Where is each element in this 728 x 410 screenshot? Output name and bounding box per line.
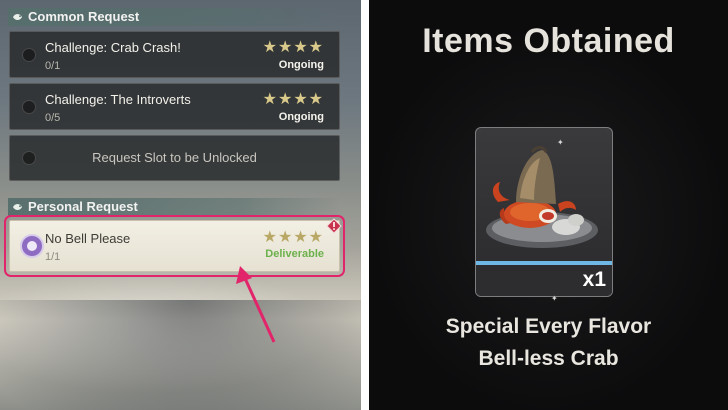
request-card-crab-crash[interactable]: Challenge: Crab Crash! 0/1 ★★★★ Ongoing — [9, 31, 340, 78]
common-request-header-label: Common Request — [28, 9, 140, 24]
fish-icon — [13, 14, 22, 20]
item-quantity: x1 — [582, 268, 606, 291]
alert-badge-icon — [326, 218, 342, 234]
request-progress: 1/1 — [45, 251, 61, 263]
common-request-header: Common Request — [8, 8, 340, 26]
items-obtained-panel: Items Obtained x1 ✦ ✦ Special Every Flav… — [369, 0, 728, 410]
request-status: Ongoing — [278, 59, 324, 71]
item-name-line-1: Special Every Flavor — [445, 315, 652, 338]
star-rating: ★★★★ — [262, 229, 324, 246]
locked-slot-label: Request Slot to be Unlocked — [92, 150, 257, 165]
locked-request-slot: Request Slot to be Unlocked — [9, 135, 340, 181]
fish-icon — [13, 204, 22, 210]
request-progress: 0/5 — [45, 112, 61, 124]
request-panel: Common Request Challenge: Crab Crash! 0/… — [0, 0, 361, 410]
request-card-no-bell-please[interactable]: No Bell Please 1/1 ★★★★ Deliverable — [9, 220, 340, 272]
pointer-arrow-icon — [236, 266, 276, 343]
item-card[interactable]: x1 — [475, 127, 613, 297]
items-obtained-title: Items Obtained — [422, 22, 675, 60]
star-rating: ★★★★ — [262, 39, 324, 56]
request-title: Challenge: Crab Crash! — [45, 40, 181, 55]
star-rating: ★★★★ — [262, 91, 324, 108]
item-name-line-2: Bell-less Crab — [478, 347, 619, 370]
request-progress: 0/1 — [45, 60, 61, 72]
item-name: Special Every Flavor Bell-less Crab — [369, 311, 728, 375]
request-card-introverts[interactable]: Challenge: The Introverts 0/5 ★★★★ Ongoi… — [9, 83, 340, 130]
sparkle-icon: ✦ — [551, 294, 558, 303]
request-status: Ongoing — [278, 111, 324, 123]
request-title: Challenge: The Introverts — [45, 92, 191, 107]
request-status-dot — [22, 100, 36, 114]
request-status-dot — [22, 48, 36, 62]
request-status-deliverable: Deliverable — [265, 248, 324, 260]
sparkle-icon: ✦ — [557, 138, 564, 147]
crab-dish-icon — [486, 146, 598, 248]
personal-request-header-label: Personal Request — [28, 199, 138, 214]
personal-request-header: Personal Request — [8, 198, 340, 216]
npc-avatar-icon — [20, 234, 44, 258]
panel-divider — [361, 0, 369, 410]
request-title: No Bell Please — [45, 231, 131, 246]
